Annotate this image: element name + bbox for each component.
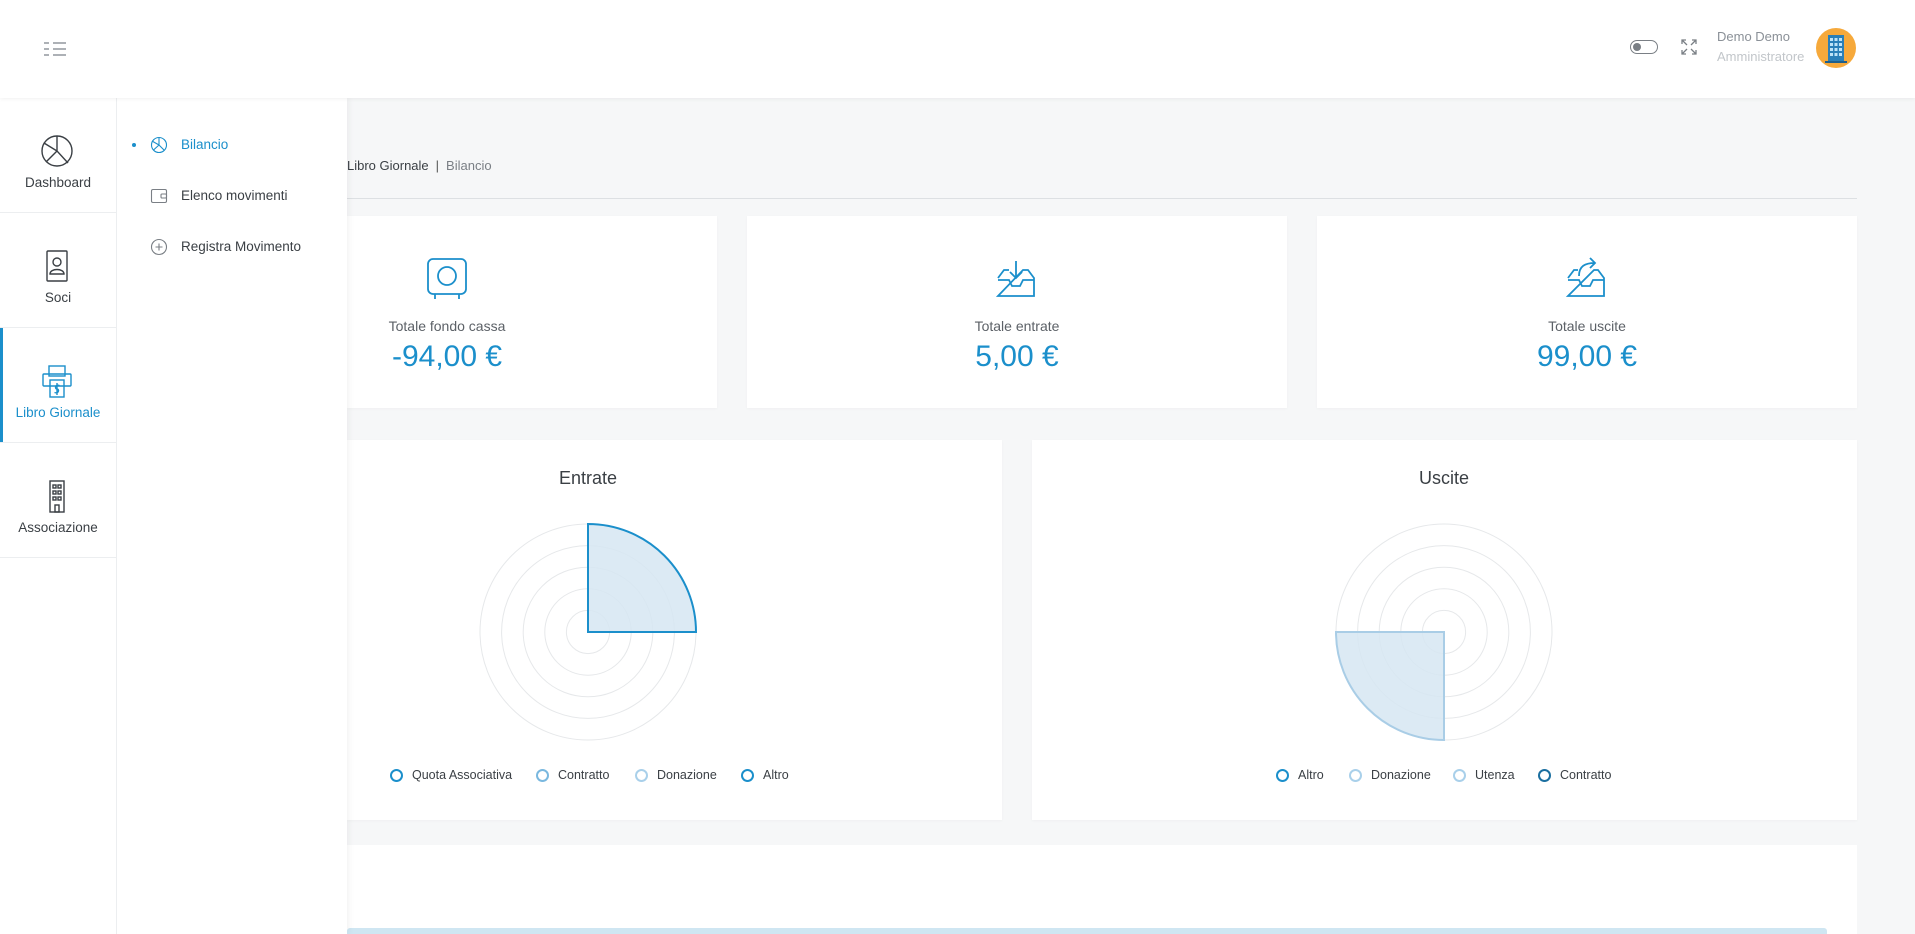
sidebar-item-soci[interactable]: Soci <box>0 213 116 328</box>
stat-label: Totale entrate <box>974 318 1060 334</box>
legend-label: Donazione <box>657 768 717 782</box>
wallet-icon <box>150 188 168 204</box>
submenu-item-label: Registra Movimento <box>181 239 302 254</box>
stat-card-fondo-cassa <box>347 216 717 408</box>
chart-title-entrate: Entrate <box>558 468 618 488</box>
polar-chart-uscite <box>1334 523 1553 742</box>
legend-marker <box>1538 769 1551 782</box>
polar-slice-quota-associativa[interactable] <box>587 522 698 633</box>
active-dot <box>132 143 136 147</box>
member-icon <box>46 250 68 282</box>
sidebar-item-libro-giornale[interactable]: Libro Giornale <box>0 328 116 443</box>
submenu-item-registra-movimento[interactable]: Registra Movimento <box>117 231 347 271</box>
sidebar-item-label: Libro Giornale <box>15 405 101 420</box>
top-bar: Demo Demo Amministratore <box>0 0 1915 98</box>
legend-label: Donazione <box>1371 768 1431 782</box>
safe-icon <box>427 258 467 299</box>
legend-marker <box>1349 769 1362 782</box>
stat-value: 99,00 € <box>1536 340 1638 373</box>
inbox-out-icon <box>1565 257 1605 297</box>
add-icon <box>150 238 168 256</box>
building-avatar-icon <box>1825 35 1847 63</box>
legend-marker <box>390 769 403 782</box>
sidebar-item-dashboard[interactable]: Dashboard <box>0 98 116 213</box>
balance-icon <box>150 136 168 154</box>
bottom-bar <box>347 928 1827 934</box>
legend-label: Contratto <box>558 768 610 782</box>
toggle-knob <box>1633 42 1641 51</box>
stat-card-entrate <box>747 216 1287 408</box>
legend-marker <box>536 769 549 782</box>
avatar[interactable] <box>1816 28 1856 68</box>
submenu-panel: Bilancio Elenco movimenti Registra Movim… <box>117 98 347 934</box>
submenu-item-label: Elenco movimenti <box>181 188 288 203</box>
menu-toggle-icon[interactable] <box>42 40 68 58</box>
theme-toggle[interactable] <box>1630 40 1658 54</box>
sidebar-item-label: Associazione <box>18 520 98 535</box>
inbox-in-icon <box>995 261 1035 297</box>
legend-marker <box>1276 769 1289 782</box>
stat-value: 5,00 € <box>975 340 1059 373</box>
divider <box>347 198 1857 199</box>
legend-label: Altro <box>1298 768 1324 782</box>
breadcrumb-separator: | <box>435 158 440 173</box>
submenu-item-label: Bilancio <box>181 137 229 152</box>
sidebar-item-label: Soci <box>44 290 72 305</box>
legend-label: Utenza <box>1475 768 1515 782</box>
breadcrumb-parent[interactable]: Libro Giornale <box>347 158 429 173</box>
legend-label: Quota Associativa <box>412 768 513 782</box>
stat-label: Totale uscite <box>1548 318 1626 334</box>
user-name: Demo Demo <box>1717 29 1790 44</box>
submenu-item-bilancio[interactable]: Bilancio <box>117 129 347 169</box>
breadcrumb: Libro Giornale | Bilancio <box>347 158 492 173</box>
breadcrumb-current: Bilancio <box>446 158 492 173</box>
legend-label: Contratto <box>1560 768 1612 782</box>
legend-marker <box>741 769 754 782</box>
ledger-icon <box>42 365 72 398</box>
sidebar: Dashboard Soci Libro Giornale Associazio… <box>0 98 117 934</box>
legend-marker <box>1453 769 1466 782</box>
stat-card-uscite <box>1317 216 1857 408</box>
polar-slice-utenza[interactable] <box>1334 631 1445 742</box>
stat-label: Totale fondo cassa <box>388 318 506 334</box>
user-role: Amministratore <box>1717 49 1805 64</box>
chart-title-uscite: Uscite <box>1418 468 1469 488</box>
stat-value: -94,00 € <box>391 340 503 373</box>
bottom-card <box>347 845 1857 934</box>
submenu-item-elenco-movimenti[interactable]: Elenco movimenti <box>117 180 347 220</box>
sidebar-item-associazione[interactable]: Associazione <box>0 443 116 558</box>
polar-chart-entrate <box>479 522 698 741</box>
legend-label: Altro <box>763 768 789 782</box>
fullscreen-icon[interactable] <box>1680 38 1698 56</box>
dashboard-icon <box>41 135 73 167</box>
building-icon <box>49 480 65 513</box>
sidebar-item-label: Dashboard <box>24 175 92 190</box>
legend-marker <box>635 769 648 782</box>
